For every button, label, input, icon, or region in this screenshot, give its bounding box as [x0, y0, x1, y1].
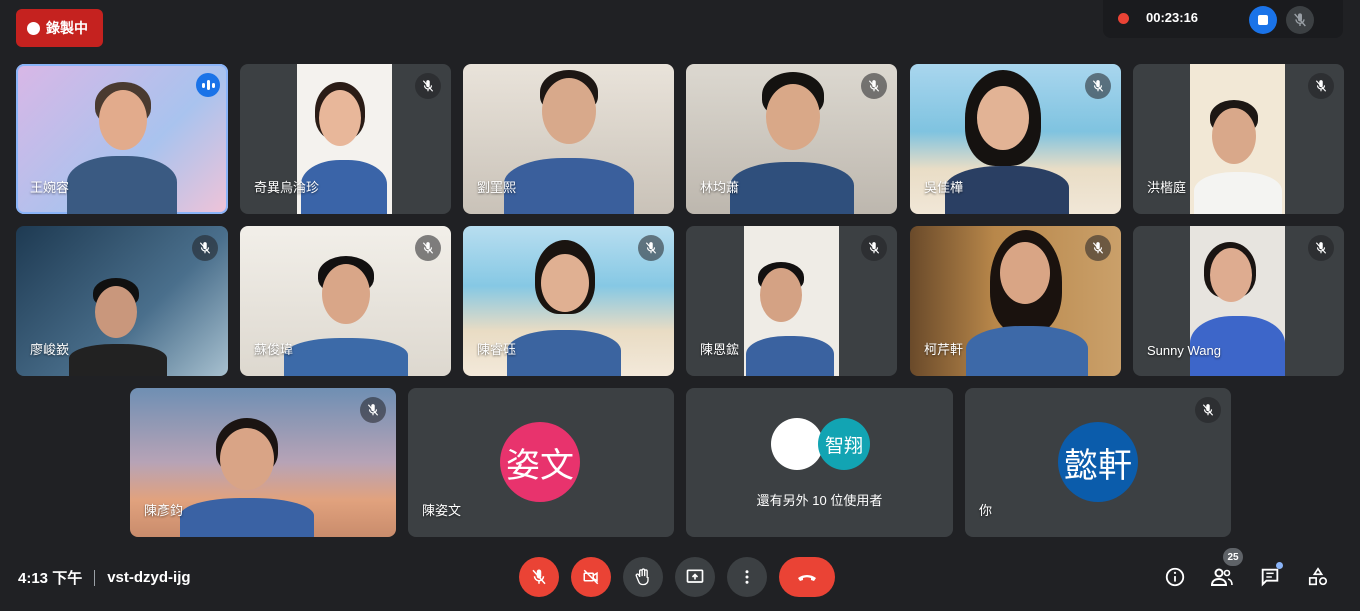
camera-off-icon: [583, 569, 599, 585]
participant-tile[interactable]: Sunny Wang: [1133, 226, 1344, 376]
recording-indicator-icon: [1118, 13, 1129, 24]
chat-notification-dot: [1276, 562, 1283, 569]
participant-tile[interactable]: 蘇俊瑋: [240, 226, 451, 376]
participant-video: [744, 226, 839, 376]
mic-off-icon: [192, 235, 218, 261]
mic-off-icon: [1308, 73, 1334, 99]
participant-video: [956, 230, 1096, 376]
mic-off-icon: [1308, 235, 1334, 261]
participant-tile[interactable]: 陳恩鋐: [686, 226, 897, 376]
mic-off-icon: [415, 235, 441, 261]
participant-tile[interactable]: 奇異烏淪珍: [240, 64, 451, 214]
record-dot-icon: [27, 21, 40, 35]
mic-off-icon: [861, 235, 887, 261]
participant-tile[interactable]: 柯芹軒: [910, 226, 1121, 376]
mic-off-icon: [1085, 73, 1111, 99]
participant-tile[interactable]: 洪楷庭: [1133, 64, 1344, 214]
more-options-button[interactable]: [727, 557, 767, 597]
participant-name: 王婉容: [30, 180, 70, 195]
participant-video: [722, 72, 862, 214]
participant-tile[interactable]: 劉罣熙: [463, 64, 674, 214]
participant-name: 廖峻嶔: [30, 342, 70, 357]
meeting-time: 4:13 下午: [18, 570, 83, 587]
participant-avatar: 姿文: [500, 422, 580, 502]
participant-video: [276, 256, 416, 376]
participant-name: 劉罣熙: [477, 180, 517, 195]
mic-off-icon: [861, 73, 887, 99]
other-participants-tile[interactable]: 智翔 還有另外 10 位使用者: [686, 388, 953, 537]
mic-off-icon: [532, 569, 546, 585]
participant-tile[interactable]: 王婉容: [16, 64, 228, 214]
participant-video: [1190, 64, 1285, 214]
meeting-info: 4:13 下午 vst-dzyd-ijg: [18, 567, 191, 588]
activities-icon: [1308, 567, 1328, 586]
mic-off-icon: [638, 235, 664, 261]
top-mic-off-button[interactable]: [1286, 6, 1314, 34]
mic-off-icon: [415, 73, 441, 99]
people-icon: [1210, 568, 1233, 586]
self-avatar: 懿軒: [1058, 422, 1138, 502]
mic-off-icon: [1294, 13, 1306, 27]
stop-recording-button[interactable]: [1249, 6, 1277, 34]
participant-name: 洪楷庭: [1147, 180, 1187, 195]
participant-name: 陳恩鋐: [700, 342, 740, 357]
participant-tile[interactable]: 姿文 陳姿文: [408, 388, 674, 537]
people-button[interactable]: [1207, 562, 1237, 592]
participant-video: [63, 278, 173, 376]
meeting-details-button[interactable]: [1160, 562, 1190, 592]
mic-toggle-button[interactable]: [519, 557, 559, 597]
participant-tile[interactable]: 廖峻嶔: [16, 226, 228, 376]
hand-icon: [635, 568, 649, 586]
participant-tile[interactable]: 陳睿砡: [463, 226, 674, 376]
raise-hand-button[interactable]: [623, 557, 663, 597]
participant-name: 陳姿文: [422, 503, 462, 518]
divider: [94, 569, 96, 586]
participant-name: 柯芹軒: [924, 342, 964, 357]
mic-off-icon: [360, 397, 386, 423]
participant-tile[interactable]: 陳彥鈞: [130, 388, 396, 537]
participant-name: Sunny Wang: [1147, 343, 1221, 358]
mic-off-icon: [1085, 235, 1111, 261]
speaking-indicator-icon: [196, 73, 220, 97]
more-vert-icon: [745, 570, 749, 584]
participant-tile[interactable]: 吳佳樺: [910, 64, 1121, 214]
present-icon: [686, 569, 704, 583]
participant-name: 吳佳樺: [924, 180, 964, 195]
info-icon: [1165, 567, 1185, 587]
participant-name: 陳睿砡: [477, 342, 517, 357]
participant-name: 蘇俊瑋: [254, 342, 294, 357]
leave-call-button[interactable]: [779, 557, 835, 597]
participant-avatar: 智翔: [818, 418, 870, 470]
participant-name: 林均蕭: [700, 180, 740, 195]
camera-toggle-button[interactable]: [571, 557, 611, 597]
participant-video: [172, 418, 322, 537]
chat-icon: [1261, 568, 1279, 587]
activities-button[interactable]: [1303, 562, 1333, 592]
recording-label: 錄製中: [46, 20, 88, 36]
mic-off-icon: [1195, 397, 1221, 423]
participant-name: 你: [979, 503, 993, 518]
recording-badge[interactable]: 錄製中: [16, 9, 103, 47]
people-count-badge: 25: [1223, 548, 1243, 566]
other-participants-label: 還有另外 10 位使用者: [756, 493, 883, 508]
present-screen-button[interactable]: [675, 557, 715, 597]
participant-video: [57, 82, 187, 214]
participant-name: 奇異烏淪珍: [254, 180, 320, 195]
hang-up-icon: [798, 575, 816, 581]
recording-timer: 00:23:16: [1146, 10, 1199, 25]
participant-name: 陳彥鈞: [144, 503, 184, 518]
meeting-code: vst-dzyd-ijg: [107, 569, 191, 586]
participant-tile[interactable]: 林均蕭: [686, 64, 897, 214]
stop-icon: [1258, 15, 1268, 25]
self-tile[interactable]: 懿軒 你: [965, 388, 1231, 537]
participant-avatar: [771, 418, 823, 470]
participant-video: [499, 240, 629, 376]
